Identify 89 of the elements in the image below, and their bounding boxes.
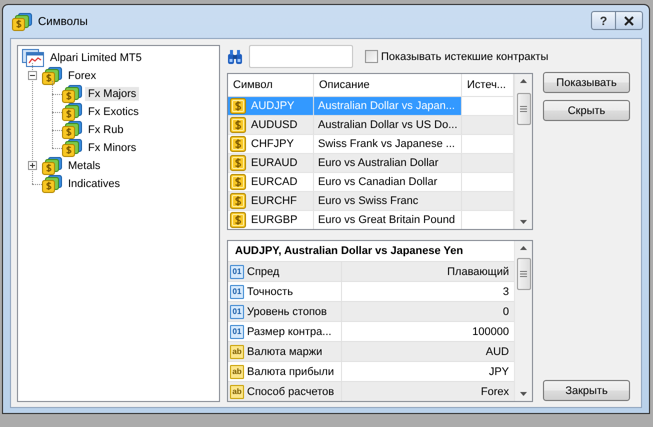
column-header[interactable]: Описание	[314, 74, 462, 96]
scroll-up-icon[interactable]	[520, 246, 527, 250]
folder-dollar-icon	[42, 67, 62, 85]
symbol-row[interactable]: EURCHF Euro vs Swiss Franc	[228, 192, 514, 211]
symbol-name: AUDJPY	[251, 100, 294, 112]
close-dialog-button[interactable]: Закрыть	[543, 380, 630, 401]
dollar-icon	[230, 155, 246, 171]
binoculars-icon	[227, 48, 243, 64]
close-icon	[624, 16, 634, 26]
tree-item[interactable]: Fx Rub	[85, 123, 126, 137]
property-name: Валюта прибыли	[247, 366, 334, 378]
property-name: Размер контра...	[247, 326, 332, 338]
tree-item[interactable]: Metals	[65, 159, 104, 173]
column-header[interactable]: Символ	[228, 74, 314, 96]
dollar-icon	[230, 117, 246, 133]
property-name: Способ расчетов	[247, 386, 334, 398]
property-value: 100000	[472, 326, 509, 338]
grip-icon	[520, 106, 527, 112]
symbol-row[interactable]: EURAUD Euro vs Australian Dollar	[228, 154, 514, 173]
search-field[interactable]	[249, 45, 353, 68]
tree-item[interactable]: Forex	[65, 69, 100, 83]
dollar-icon	[230, 98, 246, 114]
scrollbar[interactable]	[514, 74, 532, 229]
folder-dollar-icon	[62, 103, 82, 121]
property-value: AUD	[486, 346, 509, 358]
symbol-description: Euro vs Great Britain Pound	[318, 214, 455, 226]
checkbox-label[interactable]: Показывать истекшие контракты	[381, 50, 548, 62]
folder-dollar-icon	[62, 139, 82, 157]
property-value: 0	[502, 306, 509, 318]
text-type-icon: ab	[230, 344, 244, 358]
scrollbar-thumb[interactable]	[516, 93, 530, 125]
tree-item[interactable]: Alpari Limited MT5	[47, 51, 145, 65]
scrollbar[interactable]	[514, 241, 532, 401]
checkbox[interactable]	[365, 50, 378, 63]
help-button[interactable]: ?	[591, 11, 615, 30]
scrollbar-thumb[interactable]	[516, 258, 530, 290]
show-button[interactable]: Показывать	[543, 72, 630, 93]
scroll-down-icon[interactable]	[520, 220, 527, 224]
window-chart-icon	[22, 49, 44, 67]
symbol-name: EURAUD	[251, 157, 298, 169]
tree-item[interactable]: Fx Majors	[85, 87, 140, 101]
tree-item[interactable]: Indicatives	[65, 177, 123, 191]
property-name: Уровень стопов	[247, 306, 327, 318]
folder-dollar-icon	[62, 121, 82, 139]
properties-title: AUDJPY, Australian Dollar vs Japanese Yen	[234, 244, 464, 259]
scroll-down-icon[interactable]	[520, 392, 527, 396]
dollar-icon	[230, 193, 246, 209]
text-type-icon: ab	[230, 384, 244, 398]
folder-dollar-icon	[12, 12, 32, 30]
folder-dollar-icon	[62, 85, 82, 103]
hide-button[interactable]: Скрыть	[543, 100, 630, 121]
symbol-name: CHFJPY	[251, 138, 294, 150]
number-type-icon: 01	[230, 284, 244, 298]
property-value: JPY	[488, 366, 509, 378]
number-type-icon: 01	[230, 324, 244, 338]
property-name: Спред	[247, 266, 280, 278]
symbol-row[interactable]: AUDUSD Australian Dollar vs US Do...	[228, 116, 514, 135]
property-value: 3	[502, 286, 509, 298]
number-type-icon: 01	[230, 304, 244, 318]
symbol-description: Euro vs Canadian Dollar	[318, 176, 438, 188]
property-value: Плавающий	[447, 266, 509, 278]
symbol-description: Swiss Frank vs Japanese ...	[318, 138, 455, 150]
symbol-name: AUDUSD	[251, 119, 298, 131]
window-title: Символы	[38, 16, 89, 28]
symbol-name: EURGBP	[251, 214, 298, 226]
folder-dollar-icon	[42, 157, 62, 175]
dollar-icon	[230, 212, 246, 228]
symbol-row[interactable]: EURGBP Euro vs Great Britain Pound	[228, 211, 514, 229]
symbol-name: EURCAD	[251, 176, 298, 188]
scroll-up-icon[interactable]	[520, 79, 527, 83]
dollar-icon	[230, 136, 246, 152]
collapse-icon[interactable]	[28, 71, 37, 80]
close-button[interactable]	[615, 11, 643, 30]
property-name: Точность	[247, 286, 293, 298]
symbol-description: Australian Dollar vs US Do...	[318, 119, 458, 131]
symbol-description: Euro vs Swiss Franc	[318, 195, 418, 207]
folder-dollar-icon	[42, 175, 62, 193]
grip-icon	[520, 271, 527, 277]
property-name: Валюта маржи	[247, 346, 322, 358]
tree-item[interactable]: Fx Exotics	[85, 105, 142, 119]
symbol-name: EURCHF	[251, 195, 297, 207]
expand-icon[interactable]	[28, 161, 37, 170]
dollar-icon	[230, 174, 246, 190]
symbol-description: Euro vs Australian Dollar	[318, 157, 438, 169]
number-type-icon: 01	[230, 264, 244, 278]
tree-item[interactable]: Fx Minors	[85, 141, 140, 155]
symbol-description: Australian Dollar vs Japan...	[318, 100, 455, 112]
text-type-icon: ab	[230, 364, 244, 378]
property-value: Forex	[480, 386, 509, 398]
